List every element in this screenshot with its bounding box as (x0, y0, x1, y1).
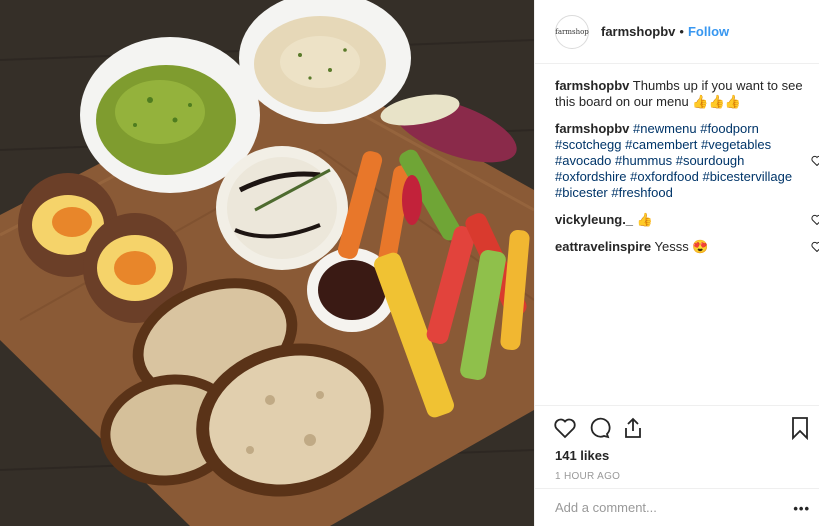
bookmark-icon[interactable] (788, 416, 812, 441)
post-photo[interactable] (0, 0, 534, 526)
comment-text: Yesss 😍 (654, 239, 709, 254)
comment-input[interactable] (555, 500, 775, 515)
more-options-button[interactable]: ••• (793, 501, 810, 516)
hashtag-link[interactable]: #vegetables (701, 137, 771, 152)
comment-username[interactable]: vickyleung._ (555, 212, 633, 227)
comment-item: vickyleung._ 👍 (555, 212, 819, 228)
comments-list: farmshopbv Thumbs up if you want to see … (555, 78, 819, 266)
comment-username[interactable]: eattravelinspire (555, 239, 651, 254)
heart-icon[interactable] (811, 155, 819, 166)
food-board-illustration (0, 0, 534, 526)
heart-icon[interactable] (811, 241, 819, 252)
hashtag-link[interactable]: #hummus (615, 153, 672, 168)
actions-section: 141 likes 1 HOUR AGO ••• (535, 405, 819, 525)
hashtag-link[interactable]: #camembert (625, 137, 697, 152)
hashtag-link[interactable]: #oxfordshire (555, 169, 627, 184)
avatar-text: farmshop (555, 27, 589, 36)
caption: farmshopbv Thumbs up if you want to see … (555, 78, 803, 110)
hashtag-comment: farmshopbv #newmenu #foodporn #scotchegg… (555, 121, 819, 201)
camembert (216, 146, 348, 270)
hashtag-link[interactable]: #avocado (555, 153, 611, 168)
likes-count[interactable]: 141 likes (555, 448, 609, 463)
action-buttons (553, 416, 645, 440)
hashtag-link[interactable]: #bicester (555, 185, 608, 200)
comment-username[interactable]: farmshopbv (555, 78, 629, 93)
post-timestamp[interactable]: 1 HOUR AGO (555, 471, 620, 482)
share-icon[interactable] (621, 416, 645, 440)
comment-icon[interactable] (587, 416, 611, 440)
hashtag-link[interactable]: #scotchegg (555, 137, 622, 152)
post-header: farmshop farmshopbv • Follow (535, 0, 819, 64)
heart-icon[interactable] (811, 214, 819, 225)
comment-text: 👍 (636, 212, 653, 227)
heart-icon[interactable] (553, 416, 577, 440)
comment-username[interactable]: farmshopbv (555, 121, 629, 136)
hashtag-link[interactable]: #sourdough (676, 153, 745, 168)
hashtag-link[interactable]: #foodporn (700, 121, 759, 136)
hashtag-link[interactable]: #freshfood (611, 185, 672, 200)
follow-button[interactable]: Follow (688, 24, 729, 39)
post-sidebar: farmshop farmshopbv • Follow farmshopbv … (534, 0, 819, 526)
hashtag-link[interactable]: #newmenu (633, 121, 697, 136)
username-link[interactable]: farmshopbv (601, 24, 675, 39)
hashtag-link[interactable]: #bicestervillage (702, 169, 792, 184)
save-button[interactable] (788, 416, 812, 443)
add-comment-bar: ••• (535, 488, 819, 526)
separator-dot: • (679, 24, 684, 39)
avatar[interactable]: farmshop (555, 14, 589, 49)
hashtag-link[interactable]: #oxfordfood (630, 169, 699, 184)
comment-item: eattravelinspire Yesss 😍 (555, 239, 819, 255)
